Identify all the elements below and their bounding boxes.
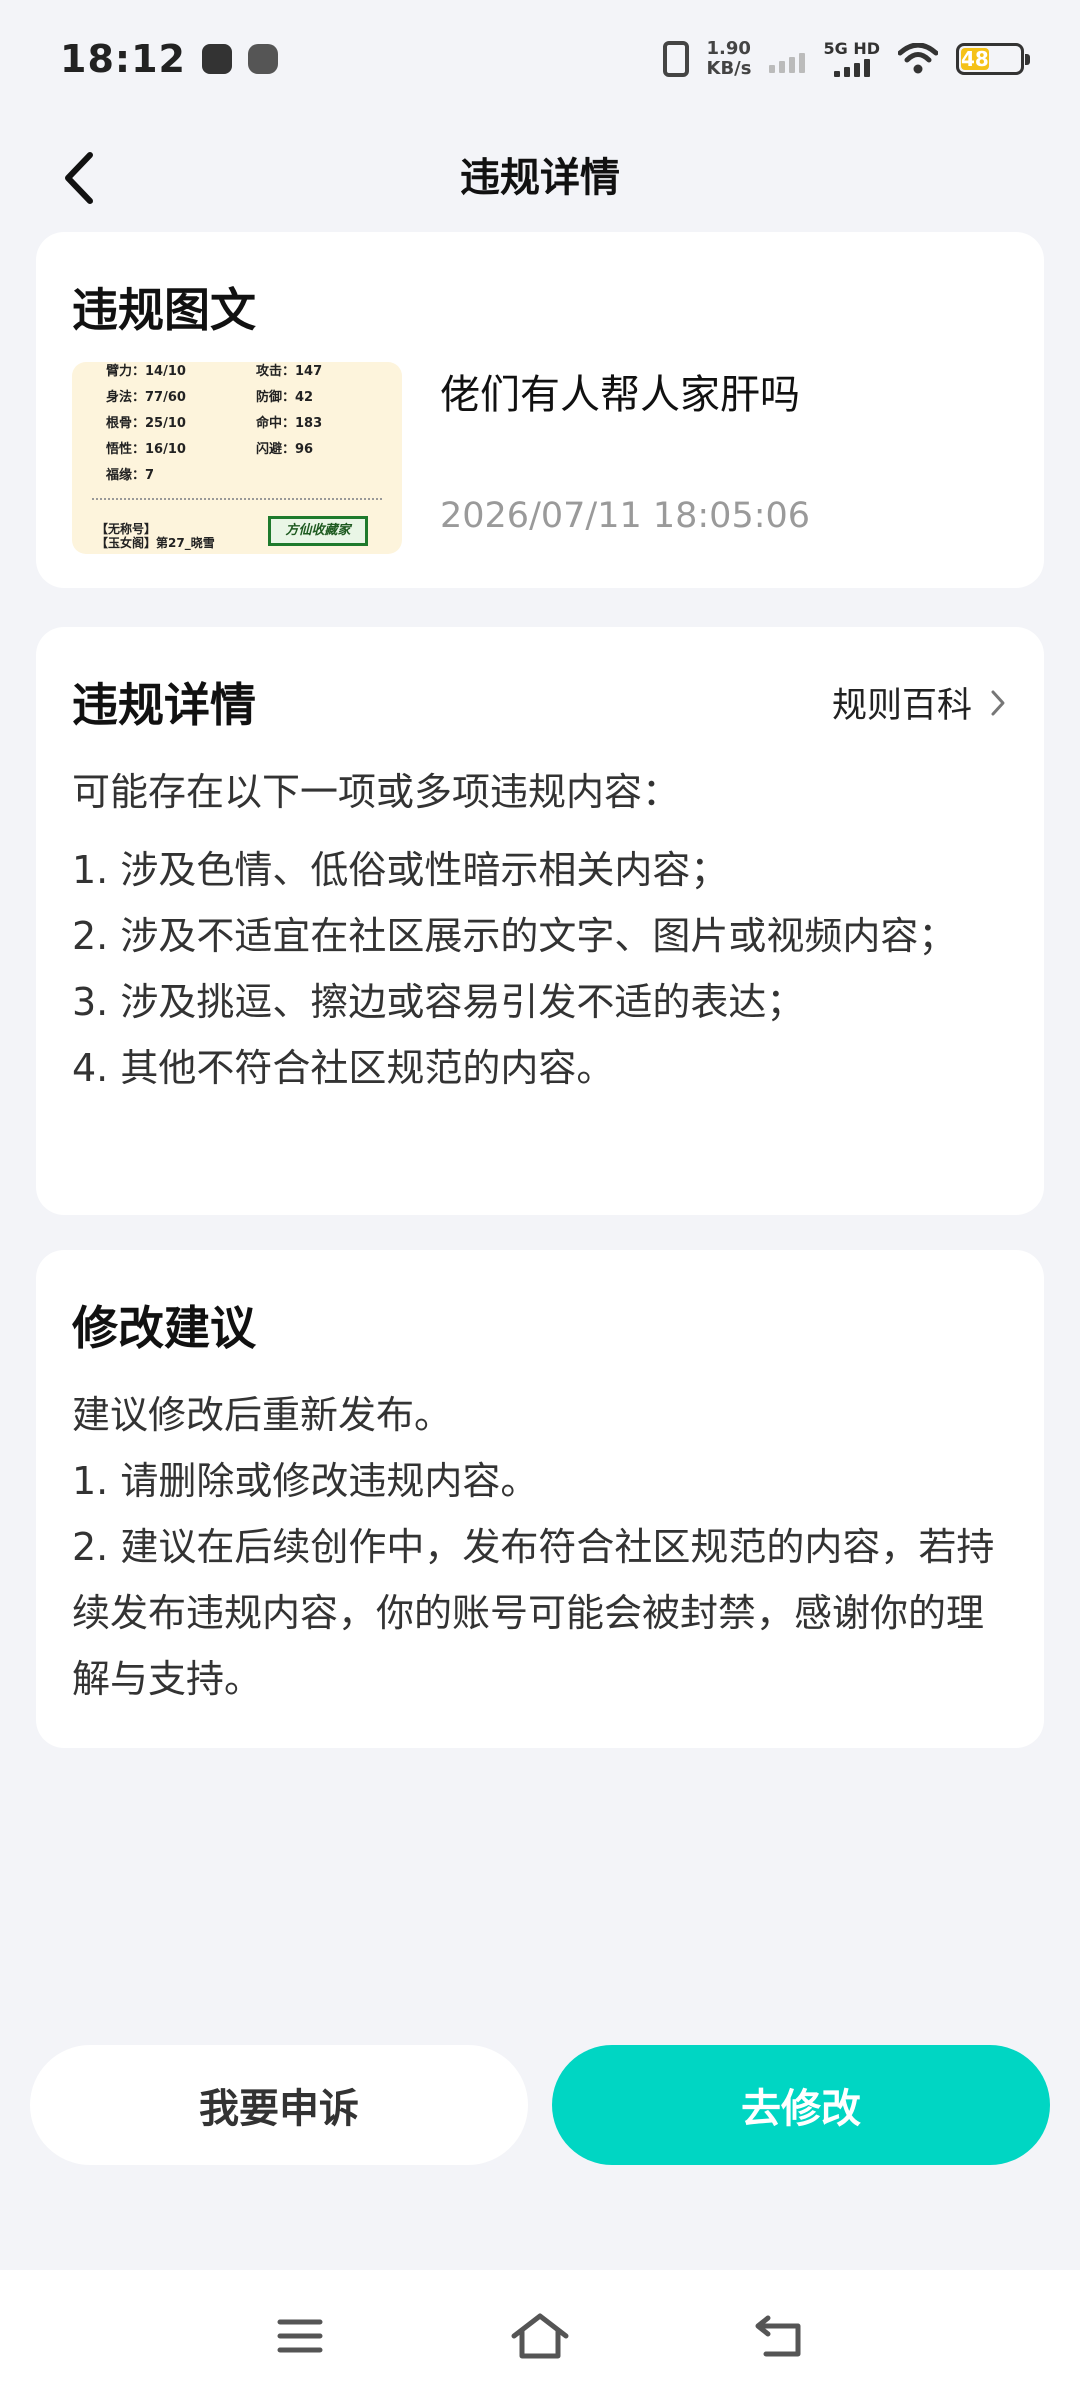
violation-intro: 可能存在以下一项或多项违规内容： xyxy=(72,770,681,814)
vibrate-icon xyxy=(662,41,689,77)
violation-post-title: 违规图文 xyxy=(72,283,256,337)
nav-menu-button[interactable] xyxy=(270,2310,330,2362)
stat-item: 闪避：96 xyxy=(256,442,314,457)
suggestion-line: 2. 建议在后续创作中，发布符合社区规范的内容，若持续发布违规内容，你的账号可能… xyxy=(72,1525,995,1701)
back-icon xyxy=(755,2315,801,2357)
network-speed-value: 1.90 xyxy=(706,38,751,59)
appeal-button[interactable]: 我要申诉 xyxy=(30,2045,528,2165)
wifi-icon xyxy=(898,43,938,74)
post-thumbnail[interactable]: 臂力：14/10 攻击：147 身法：77/60 防御：42 根骨：25/10 … xyxy=(72,362,402,554)
suggestion-line: 建议修改后重新发布。 xyxy=(72,1393,453,1437)
thumbnail-divider xyxy=(92,498,382,500)
stat-item: 攻击：147 xyxy=(256,364,323,379)
status-time: 18:12 xyxy=(60,37,186,81)
network-speed-unit: KB/s xyxy=(706,58,752,79)
menu-icon xyxy=(277,2319,323,2353)
suggestions-card: 修改建议 建议修改后重新发布。 1. 请删除或修改违规内容。 2. 建议在后续创… xyxy=(36,1250,1044,1748)
top-bar: 违规详情 xyxy=(0,118,1080,238)
thumbnail-footer-line1: 【无称号】 xyxy=(96,522,157,536)
violation-item: 2. 涉及不适宜在社区展示的文字、图片或视频内容； xyxy=(72,914,957,958)
battery-level: 48 xyxy=(961,47,989,71)
home-icon xyxy=(511,2313,569,2359)
stat-item: 身法：77/60 xyxy=(106,390,186,405)
signal-icon-sim1 xyxy=(769,45,806,73)
rules-encyclopedia-link[interactable]: 规则百科 xyxy=(832,677,1006,728)
signal-group-sim2: 5G HD xyxy=(823,41,880,77)
violation-item: 4. 其他不符合社区规范的内容。 xyxy=(72,1046,615,1090)
suggestions-body: 建议修改后重新发布。 1. 请删除或修改违规内容。 2. 建议在后续创作中，发布… xyxy=(72,1382,1012,1712)
stat-item: 悟性：16/10 xyxy=(106,442,186,457)
stat-item: 福缘：7 xyxy=(106,468,155,483)
modify-button[interactable]: 去修改 xyxy=(552,2045,1050,2165)
violation-item: 1. 涉及色情、低俗或性暗示相关内容； xyxy=(72,848,729,892)
page-title: 违规详情 xyxy=(460,155,620,201)
network-speed: 1.90 KB/s xyxy=(707,39,752,79)
suggestion-line: 1. 请删除或修改违规内容。 xyxy=(72,1459,539,1503)
stat-item: 臂力：14/10 xyxy=(106,364,186,379)
network-type-label: 5G HD xyxy=(823,39,880,58)
stat-item: 命中：183 xyxy=(256,416,323,431)
stat-item: 根骨：25/10 xyxy=(106,416,186,431)
post-text: 佬们有人帮人家肝吗 xyxy=(440,372,800,418)
system-nav-bar xyxy=(0,2270,1080,2400)
status-bar: 18:12 1.90 KB/s 5G HD 48 xyxy=(0,0,1080,118)
violation-post-card: 违规图文 臂力：14/10 攻击：147 身法：77/60 防御：42 根骨：2… xyxy=(36,232,1044,588)
rules-link-label: 规则百科 xyxy=(831,686,972,726)
thumbnail-footer-line2: 【玉女阁】第27_晓雪 xyxy=(96,536,215,550)
status-indicators: 1.90 KB/s 5G HD 48 xyxy=(662,39,1030,79)
chevron-left-icon xyxy=(65,152,93,204)
app-notification-icon xyxy=(201,44,232,74)
thumbnail-stamp: 方仙收藏家 xyxy=(268,516,368,546)
stat-item: 防御：42 xyxy=(256,390,314,405)
violation-details-body: 可能存在以下一项或多项违规内容： 1. 涉及色情、低俗或性暗示相关内容； 2. … xyxy=(72,759,1012,1101)
post-timestamp: 2026/07/11 18:05:06 xyxy=(440,496,811,536)
suggestions-title: 修改建议 xyxy=(72,1301,256,1355)
back-button[interactable] xyxy=(48,140,108,216)
chevron-right-icon xyxy=(991,690,1005,715)
violation-details-card: 违规详情 规则百科 可能存在以下一项或多项违规内容： 1. 涉及色情、低俗或性暗… xyxy=(36,627,1044,1215)
thumbnail-footer: 【无称号】 【玉女阁】第27_晓雪 xyxy=(96,522,215,550)
game-notification-icon xyxy=(247,44,278,74)
signal-icon-sim2 xyxy=(833,59,870,77)
nav-back-button[interactable] xyxy=(750,2310,810,2362)
violation-item: 3. 涉及挑逗、擦边或容易引发不适的表达； xyxy=(72,980,805,1024)
battery-icon: 48 xyxy=(956,43,1030,75)
nav-home-button[interactable] xyxy=(510,2310,570,2362)
thumbnail-stats: 臂力：14/10 攻击：147 身法：77/60 防御：42 根骨：25/10 … xyxy=(106,362,396,486)
violation-details-title: 违规详情 xyxy=(72,678,256,732)
